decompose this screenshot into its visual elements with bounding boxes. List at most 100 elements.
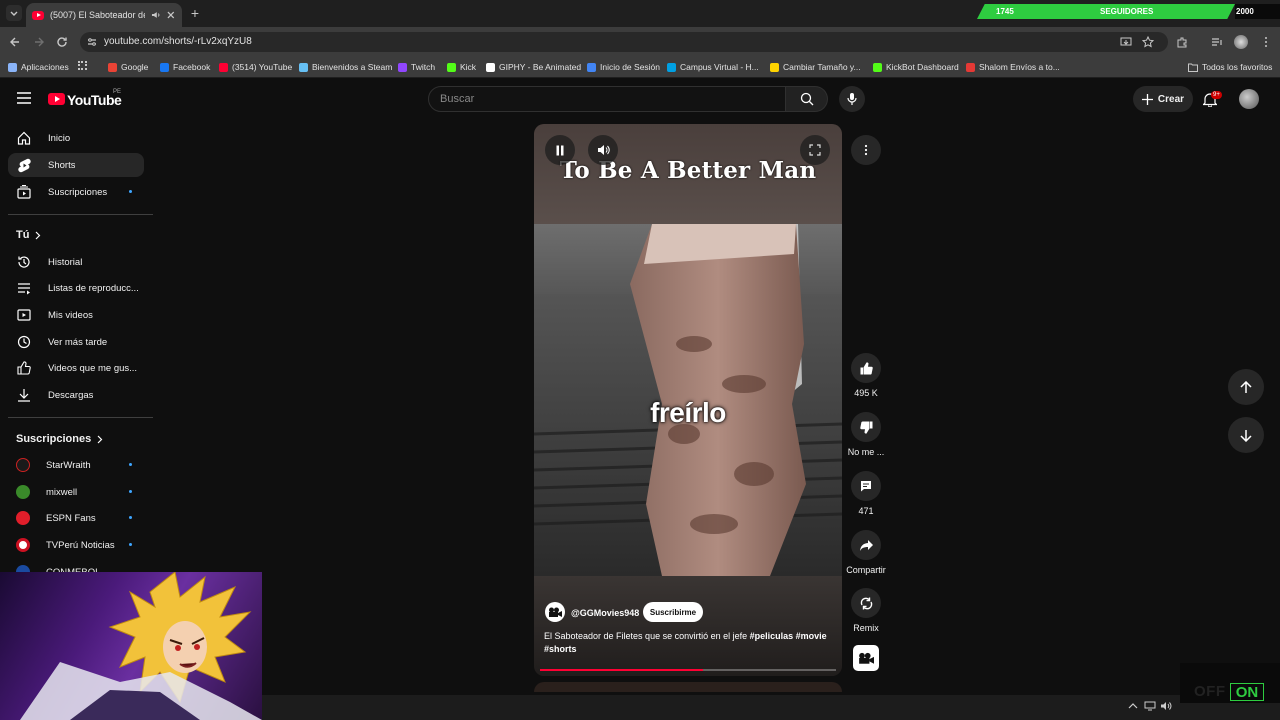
- sidebar-item-liked-videos[interactable]: Videos que me gus...: [8, 356, 144, 380]
- bookmark-label: Facebook: [173, 62, 211, 72]
- forward-button[interactable]: [31, 34, 47, 50]
- bookmark-item[interactable]: Inicio de Sesión: [587, 61, 660, 73]
- subscription-tvperu-noticias[interactable]: TVPerú Noticias: [8, 533, 144, 557]
- comment-count: 471: [858, 506, 874, 516]
- create-button[interactable]: Crear: [1133, 86, 1193, 112]
- remix-button[interactable]: [851, 588, 881, 618]
- channel-avatar[interactable]: [545, 602, 565, 622]
- bookmark-item[interactable]: GIPHY - Be Animated: [486, 61, 581, 73]
- sidebar-item-label: Historial: [48, 256, 83, 268]
- video-title-overlay: To Be A Better Man: [559, 157, 817, 184]
- media-controls-icon[interactable]: [1211, 36, 1223, 48]
- next-short-preview[interactable]: [534, 682, 842, 692]
- search-placeholder: Buscar: [440, 93, 475, 105]
- shorts-icon: [16, 157, 32, 173]
- like-button[interactable]: [851, 353, 881, 383]
- bookmark-label: Inicio de Sesión: [600, 62, 661, 72]
- subscription-mixwell[interactable]: mixwell: [8, 480, 144, 504]
- bookmark-item[interactable]: KickBot Dashboard: [873, 61, 959, 73]
- bookmark-item[interactable]: Campus Virtual - H...: [667, 61, 759, 73]
- sound-thumbnail[interactable]: [853, 645, 879, 671]
- close-tab-icon[interactable]: [166, 10, 176, 20]
- chevron-down-icon: [10, 11, 18, 16]
- channel-handle[interactable]: @GGMovies948: [571, 608, 639, 618]
- search-button[interactable]: [786, 86, 828, 112]
- sidebar-item-label: Videos que me gus...: [48, 362, 138, 374]
- bookmark-item[interactable]: (3514) YouTube: [219, 61, 292, 73]
- voice-search-button[interactable]: [839, 86, 865, 112]
- video-progress-bar[interactable]: [540, 669, 836, 671]
- all-bookmarks[interactable]: Todos los favoritos: [1188, 61, 1272, 73]
- subscribe-button[interactable]: Suscribirme: [643, 602, 703, 622]
- next-short-button[interactable]: [1228, 417, 1264, 453]
- speaker-icon[interactable]: [151, 10, 161, 20]
- profile-avatar[interactable]: [1234, 35, 1248, 49]
- dislike-button[interactable]: [851, 412, 881, 442]
- on-indicator: ON: [1230, 683, 1264, 701]
- fullscreen-button[interactable]: [800, 135, 830, 165]
- share-button[interactable]: [851, 530, 881, 560]
- new-tab-button[interactable]: +: [188, 5, 202, 21]
- sidebar-item-downloads[interactable]: Descargas: [8, 383, 144, 407]
- volume-icon: [597, 145, 610, 155]
- share-label: Compartir: [846, 565, 886, 575]
- bookmark-item[interactable]: Kick: [447, 61, 476, 73]
- sidebar-subscriptions-header[interactable]: Suscripciones: [16, 433, 103, 445]
- volume-button[interactable]: [588, 135, 618, 165]
- reload-button[interactable]: [54, 34, 70, 50]
- bookmark-item[interactable]: Cambiar Tamaño y...: [770, 61, 861, 73]
- tab-groups-icon[interactable]: [78, 61, 87, 70]
- bookmark-item[interactable]: Twitch: [398, 61, 435, 73]
- extensions-icon[interactable]: [1176, 36, 1188, 48]
- shorts-player[interactable]: To Be A Better Man freírlo @GGMovies948 …: [534, 124, 842, 676]
- all-bookmarks-label: Todos los favoritos: [1202, 62, 1273, 72]
- install-app-icon[interactable]: [1120, 36, 1132, 48]
- bookmark-label: Google: [121, 62, 149, 72]
- bookmark-item[interactable]: Shalom Envíos a to...: [966, 61, 1060, 73]
- speaker-volume-icon[interactable]: [1160, 701, 1172, 711]
- bookmark-label: (3514) YouTube: [232, 62, 293, 72]
- comments-button[interactable]: [851, 471, 881, 501]
- youtube-logo-icon[interactable]: [48, 93, 65, 105]
- bookmark-item[interactable]: Bienvenidos a Steam: [299, 61, 392, 73]
- hamburger-menu-icon[interactable]: [17, 92, 31, 104]
- kebab-menu-icon[interactable]: [1260, 36, 1272, 48]
- reload-icon: [57, 37, 67, 47]
- microphone-icon: [847, 93, 857, 105]
- subscription-starwraith[interactable]: StarWraith: [8, 453, 144, 477]
- pause-icon: [556, 145, 564, 155]
- active-tab[interactable]: (5007) El Saboteador de Filetes: [26, 3, 182, 27]
- sidebar-item-watch-later[interactable]: Ver más tarde: [8, 330, 144, 354]
- apps-grid-icon: [8, 62, 17, 72]
- tab-search-button[interactable]: [6, 5, 22, 21]
- video-subtitle: freírlo: [650, 397, 726, 428]
- search-input[interactable]: [428, 86, 786, 112]
- sidebar-you-header[interactable]: Tú: [16, 229, 41, 241]
- site-info-icon[interactable]: [87, 37, 97, 47]
- video-progress-fill: [540, 669, 703, 671]
- back-button[interactable]: [7, 34, 23, 50]
- sidebar-item-inicio[interactable]: Inicio: [8, 126, 144, 150]
- pause-button[interactable]: [545, 135, 575, 165]
- bookmark-item[interactable]: Google: [108, 61, 148, 73]
- previous-short-button[interactable]: [1228, 369, 1264, 405]
- sidebar-item-historial[interactable]: Historial: [8, 250, 144, 274]
- more-options-button[interactable]: [851, 135, 881, 165]
- liked-videos-icon: [16, 360, 32, 376]
- sidebar-item-suscripciones[interactable]: Suscripciones: [8, 180, 144, 204]
- chevron-up-icon[interactable]: [1128, 702, 1138, 710]
- network-icon[interactable]: [1144, 701, 1156, 711]
- sidebar-item-your-videos[interactable]: Mis videos: [8, 303, 144, 327]
- sidebar-item-label: Mis videos: [48, 309, 93, 321]
- sidebar-item-playlists[interactable]: Listas de reproducc...: [8, 276, 144, 300]
- url-text[interactable]: youtube.com/shorts/-rLv2xqYzU8: [104, 36, 252, 47]
- subscription-espn-fans[interactable]: ESPN Fans: [8, 506, 144, 530]
- account-avatar[interactable]: [1239, 89, 1259, 109]
- bookmark-item[interactable]: Facebook: [160, 61, 210, 73]
- chevron-right-icon: [97, 435, 103, 443]
- thumbs-up-icon: [860, 361, 873, 374]
- sidebar-item-shorts[interactable]: Shorts: [8, 153, 144, 177]
- more-vertical-icon: [864, 144, 868, 156]
- bookmark-item[interactable]: Aplicaciones: [8, 61, 69, 73]
- bookmark-star-icon[interactable]: [1142, 36, 1154, 48]
